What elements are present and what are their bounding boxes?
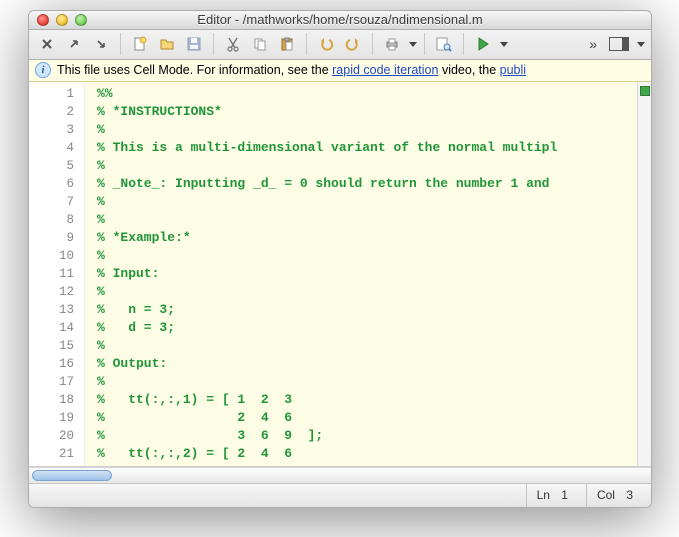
- save-button[interactable]: [182, 32, 206, 56]
- close-tab-button[interactable]: [35, 32, 59, 56]
- toolbar-separator: [306, 33, 307, 55]
- code-line[interactable]: % Output:: [97, 355, 637, 373]
- undo-button[interactable]: [314, 32, 338, 56]
- code-line[interactable]: % Input:: [97, 265, 637, 283]
- infobar-text: video, the: [442, 63, 500, 77]
- code-line[interactable]: % d = 3;: [97, 319, 637, 337]
- run-dropdown[interactable]: [500, 42, 508, 47]
- toolbar-separator: [120, 33, 121, 55]
- code-line[interactable]: % This is a multi-dimensional variant of…: [97, 139, 637, 157]
- infobar-text: This file uses Cell Mode. For informatio…: [57, 63, 332, 77]
- line-number: 21: [29, 445, 84, 463]
- dock-layout-dropdown[interactable]: [637, 42, 645, 47]
- line-number: 15: [29, 337, 84, 355]
- redo-button[interactable]: [341, 32, 365, 56]
- window-title: Editor - /mathworks/home/rsouza/ndimensi…: [29, 12, 651, 27]
- editor-window: Editor - /mathworks/home/rsouza/ndimensi…: [28, 10, 652, 508]
- code-line[interactable]: % tt(:,:,2) = [ 2 4 6: [97, 445, 637, 463]
- publishing-link[interactable]: publi: [500, 63, 526, 77]
- toolbar-separator: [463, 33, 464, 55]
- dock-arrow-button[interactable]: [89, 32, 113, 56]
- print-button[interactable]: [380, 32, 404, 56]
- line-number: 20: [29, 427, 84, 445]
- line-number: 9: [29, 229, 84, 247]
- code-line[interactable]: %: [97, 373, 637, 391]
- toolbar-separator: [424, 33, 425, 55]
- line-number: 2: [29, 103, 84, 121]
- line-number: 11: [29, 265, 84, 283]
- cursor-line-indicator: Ln 1: [526, 484, 578, 507]
- run-button[interactable]: [471, 32, 495, 56]
- code-line[interactable]: %: [97, 193, 637, 211]
- find-button[interactable]: [432, 32, 456, 56]
- line-number: 16: [29, 355, 84, 373]
- minimize-window-button[interactable]: [56, 14, 68, 26]
- close-window-button[interactable]: [37, 14, 49, 26]
- toolbar: »: [29, 30, 651, 60]
- code-line[interactable]: %: [97, 121, 637, 139]
- line-number: 1: [29, 85, 84, 103]
- cut-button[interactable]: [221, 32, 245, 56]
- line-number: 5: [29, 157, 84, 175]
- status-bar: Ln 1 Col 3: [29, 483, 651, 507]
- horizontal-scrollbar[interactable]: [29, 467, 651, 483]
- window-controls: [37, 14, 87, 26]
- code-analyzer-status-icon: [640, 86, 650, 96]
- line-number: 10: [29, 247, 84, 265]
- dock-layout-button[interactable]: [609, 37, 629, 51]
- code-line[interactable]: % 3 6 9 ];: [97, 427, 637, 445]
- undock-button[interactable]: [62, 32, 86, 56]
- code-line[interactable]: %: [97, 337, 637, 355]
- line-number: 18: [29, 391, 84, 409]
- toolbar-overflow-button[interactable]: »: [583, 36, 603, 52]
- line-number: 19: [29, 409, 84, 427]
- toolbar-separator: [213, 33, 214, 55]
- line-number: 12: [29, 283, 84, 301]
- code-line[interactable]: % 2 4 6: [97, 409, 637, 427]
- code-line[interactable]: % tt(:,:,1) = [ 1 2 3: [97, 391, 637, 409]
- code-line[interactable]: % *INSTRUCTIONS*: [97, 103, 637, 121]
- code-line[interactable]: %: [97, 157, 637, 175]
- line-number: 14: [29, 319, 84, 337]
- copy-button[interactable]: [248, 32, 272, 56]
- new-file-button[interactable]: [128, 32, 152, 56]
- line-number: 8: [29, 211, 84, 229]
- code-line[interactable]: % _Note_: Inputting _d_ = 0 should retur…: [97, 175, 637, 193]
- zoom-window-button[interactable]: [75, 14, 87, 26]
- paste-button[interactable]: [275, 32, 299, 56]
- code-line[interactable]: %%: [97, 85, 637, 103]
- code-line[interactable]: % n = 3;: [97, 301, 637, 319]
- info-icon: i: [35, 62, 51, 78]
- titlebar: Editor - /mathworks/home/rsouza/ndimensi…: [29, 11, 651, 30]
- scrollbar-thumb[interactable]: [32, 470, 112, 481]
- line-number-gutter: 123456789101112131415161718192021: [29, 82, 85, 466]
- line-number: 3: [29, 121, 84, 139]
- code-line[interactable]: %: [97, 247, 637, 265]
- toolbar-separator: [372, 33, 373, 55]
- code-editor[interactable]: %%% *INSTRUCTIONS*%% This is a multi-dim…: [85, 82, 637, 466]
- editor-area: 123456789101112131415161718192021 %%% *I…: [29, 82, 651, 507]
- code-line[interactable]: %: [97, 211, 637, 229]
- cursor-column-indicator: Col 3: [586, 484, 643, 507]
- line-number: 4: [29, 139, 84, 157]
- rapid-code-iteration-link[interactable]: rapid code iteration: [332, 63, 438, 77]
- print-dropdown[interactable]: [409, 42, 417, 47]
- line-number: 13: [29, 301, 84, 319]
- line-number: 6: [29, 175, 84, 193]
- code-analyzer-strip[interactable]: [637, 82, 651, 466]
- open-file-button[interactable]: [155, 32, 179, 56]
- line-number: 17: [29, 373, 84, 391]
- code-line[interactable]: % *Example:*: [97, 229, 637, 247]
- code-line[interactable]: %: [97, 283, 637, 301]
- cell-mode-infobar: i This file uses Cell Mode. For informat…: [29, 60, 651, 82]
- line-number: 7: [29, 193, 84, 211]
